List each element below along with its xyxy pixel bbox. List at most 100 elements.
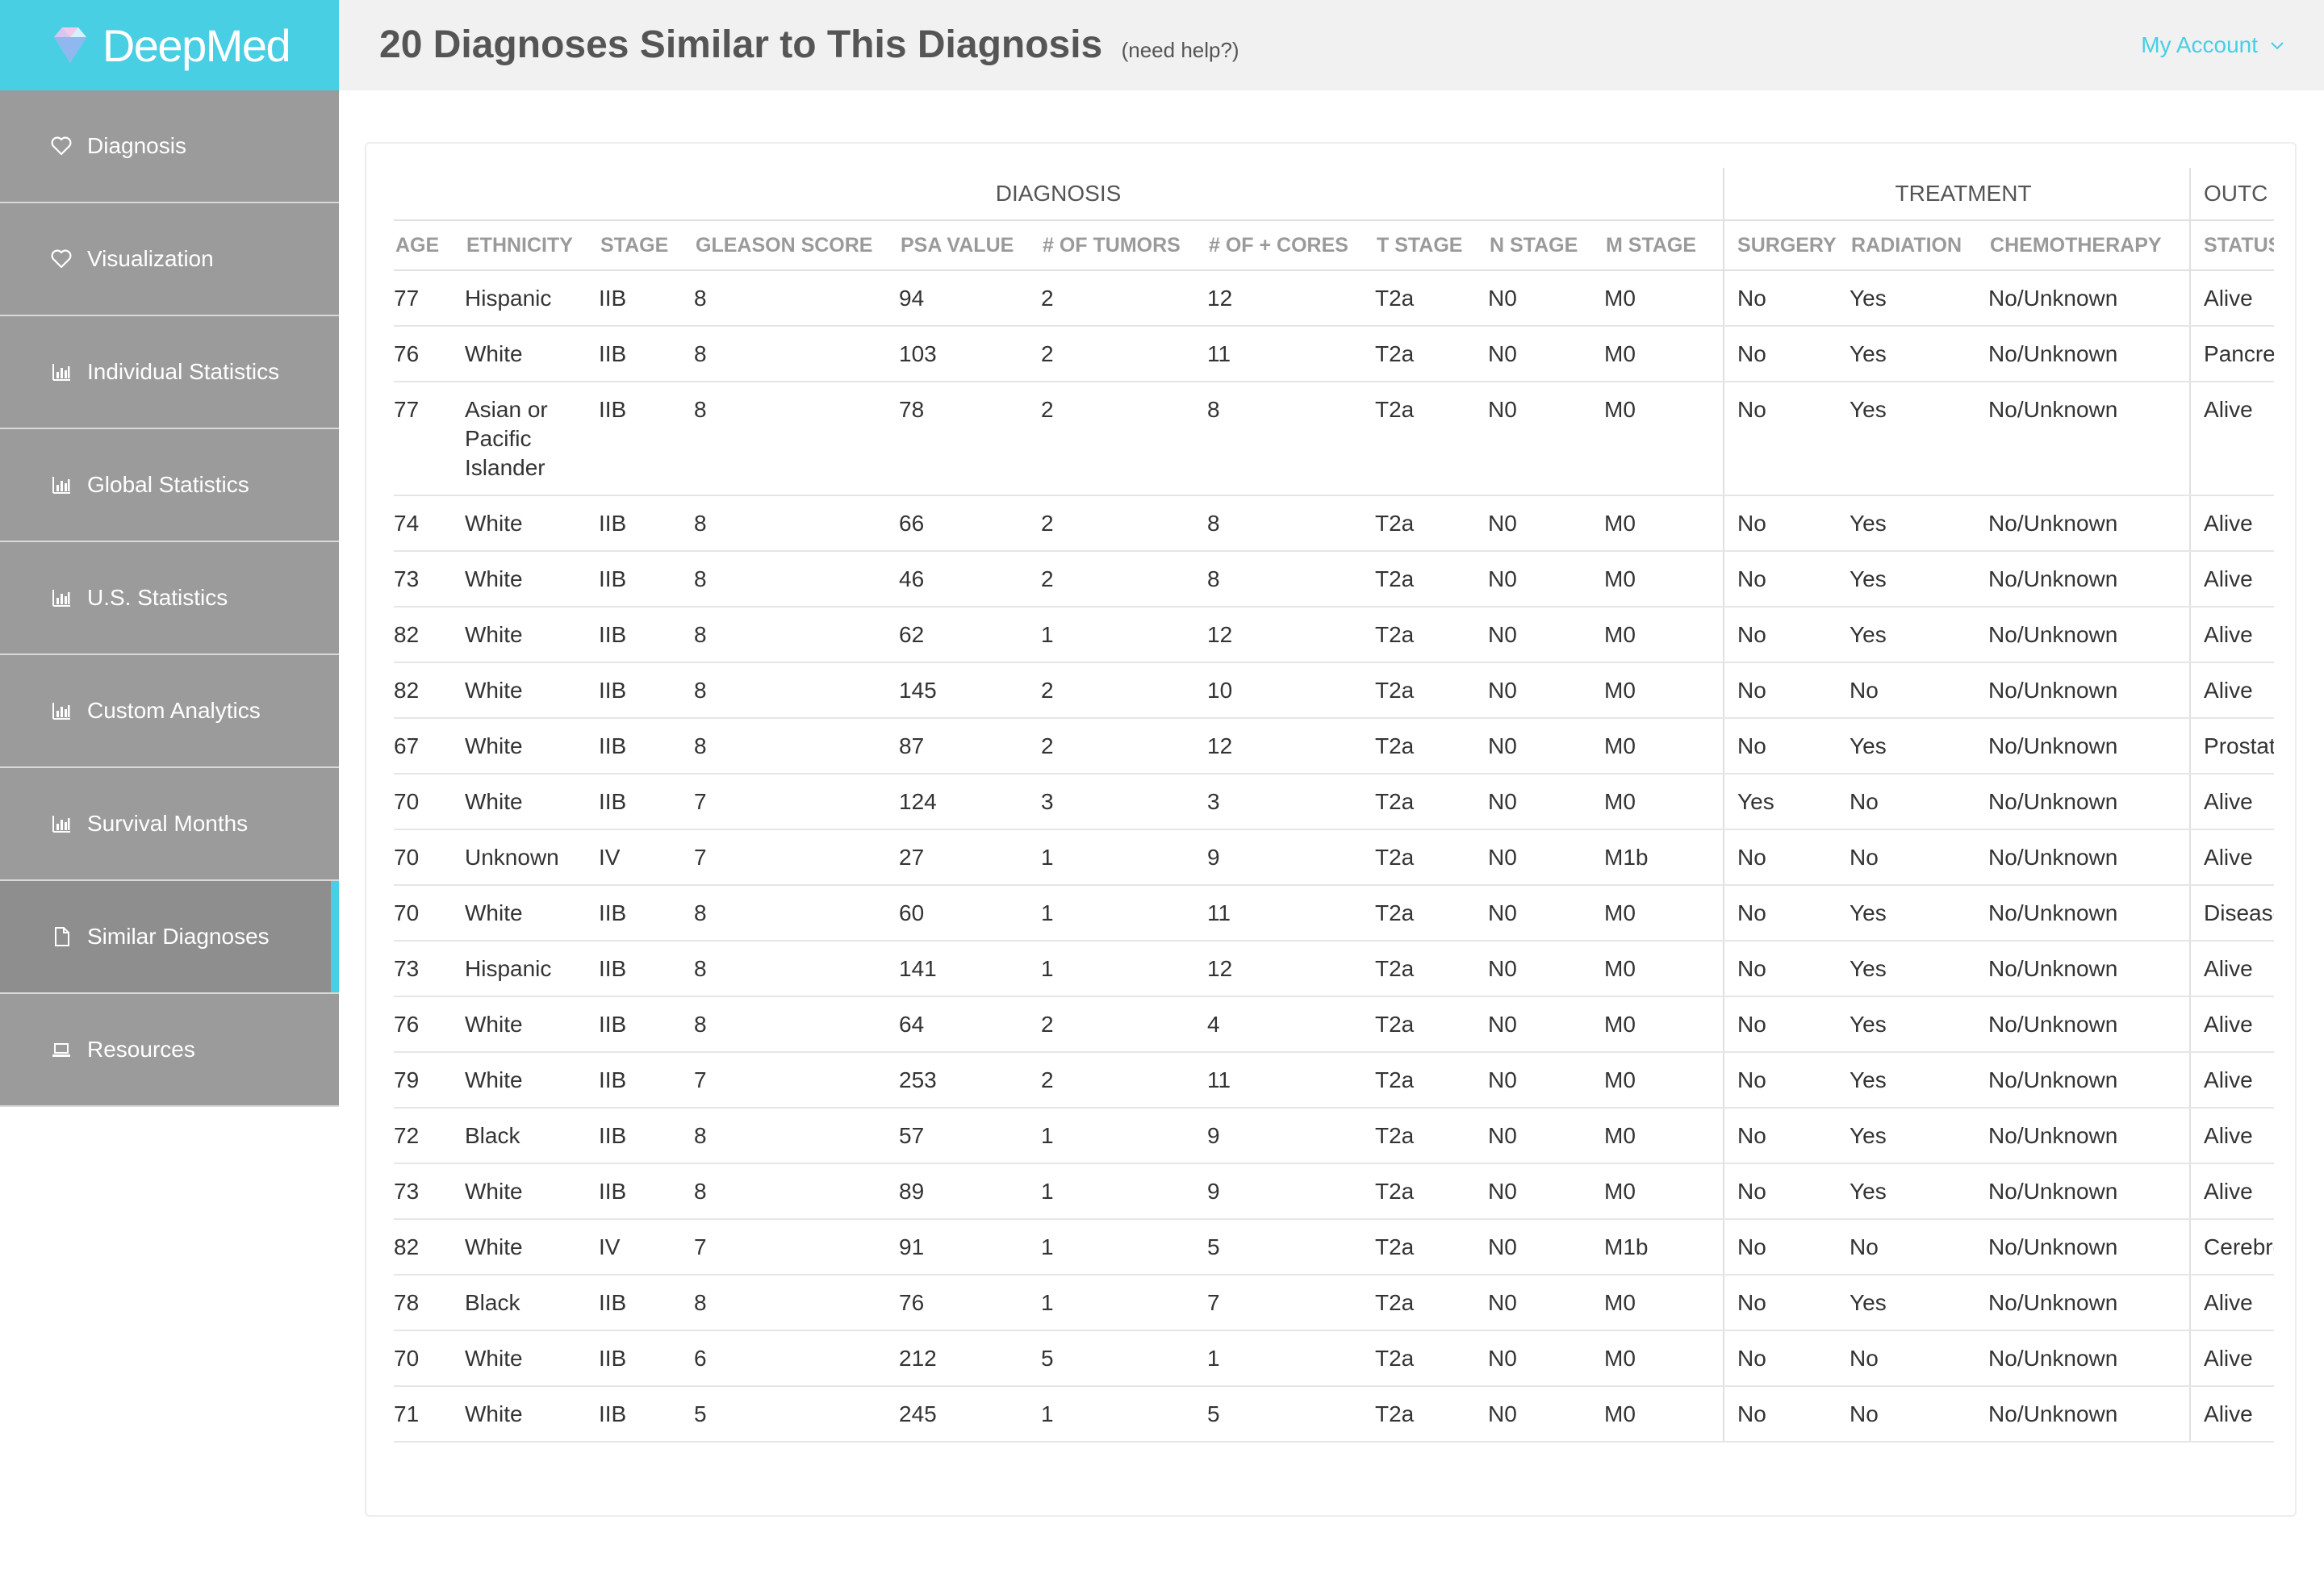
cell-of-tumors: 2 xyxy=(1041,382,1207,496)
table-row[interactable]: 67 White IIB 8 87 2 12 T2a N0 M0 No Yes No/Unknown Pr… xyxy=(394,718,2274,775)
table-scroll-area[interactable]: DIAGNOSIS TREATMENT OUTC AGE ETHNICITY STA… xyxy=(394,168,2274,1493)
cell-of-cores: 8 xyxy=(1207,495,1375,552)
table-row[interactable]: 70 Unknown IV 7 27 1 9 T2a N0 M1b No No No/Unknown Al… xyxy=(394,829,2274,886)
column-header-surgery[interactable]: SURGERY xyxy=(1723,220,1850,271)
sidebar-item-individual-statistics[interactable]: Individual Statistics xyxy=(0,316,339,429)
table-row[interactable]: 72 Black IIB 8 57 1 9 T2a N0 M0 No Yes No/Unknown Ali… xyxy=(394,1108,2274,1164)
table-row[interactable]: 73 White IIB 8 89 1 9 T2a N0 M0 No Yes No/Unknown Ali… xyxy=(394,1163,2274,1220)
column-header-of-cores[interactable]: # OF + CORES xyxy=(1207,220,1375,271)
cell-m-stage: M0 xyxy=(1604,1163,1724,1220)
table-row[interactable]: 82 White IIB 8 62 1 12 T2a N0 M0 No Yes No/Unknown Al… xyxy=(394,607,2274,663)
cell-of-tumors: 2 xyxy=(1041,495,1207,552)
cell-n-stage: N0 xyxy=(1488,551,1604,608)
column-header-status[interactable]: STATUS xyxy=(2189,220,2274,271)
cell-gleason-score: 8 xyxy=(694,551,899,608)
help-link[interactable]: (need help?) xyxy=(1122,38,1239,62)
sidebar-item-resources[interactable]: Resources xyxy=(0,994,339,1107)
cell-radiation: No xyxy=(1850,662,1989,719)
column-header-t-stage[interactable]: T STAGE xyxy=(1375,220,1488,271)
sidebar-item-label: U.S. Statistics xyxy=(87,585,228,610)
column-header-of-tumors[interactable]: # OF TUMORS xyxy=(1041,220,1207,271)
cell-ethnicity: White xyxy=(465,1330,599,1387)
cell-age: 77 xyxy=(394,270,465,327)
column-header-n-stage[interactable]: N STAGE xyxy=(1488,220,1604,271)
cell-of-cores: 9 xyxy=(1207,829,1375,886)
sidebar-item-survival-months[interactable]: Survival Months xyxy=(0,768,339,881)
cell-m-stage: M0 xyxy=(1604,495,1724,552)
cell-status: Prostate xyxy=(2189,718,2274,775)
cell-gleason-score: 8 xyxy=(694,996,899,1053)
cell-age: 71 xyxy=(394,1386,465,1443)
column-header-gleason-score[interactable]: GLEASON SCORE xyxy=(694,220,899,271)
sidebar-item-similar-diagnoses[interactable]: Similar Diagnoses xyxy=(0,881,339,994)
cell-stage: IIB xyxy=(599,495,694,552)
cell-t-stage: T2a xyxy=(1375,607,1488,663)
cell-ethnicity: White xyxy=(465,1052,599,1109)
cell-surgery: No xyxy=(1723,662,1850,719)
cell-status: Alive xyxy=(2189,829,2274,886)
cell-radiation: No xyxy=(1850,829,1989,886)
column-header-stage[interactable]: STAGE xyxy=(599,220,694,271)
cell-of-cores: 12 xyxy=(1207,718,1375,775)
column-header-radiation[interactable]: RADIATION xyxy=(1850,220,1989,271)
cell-of-tumors: 2 xyxy=(1041,996,1207,1053)
table-row[interactable]: 74 White IIB 8 66 2 8 T2a N0 M0 No Yes No/Unknown Ali… xyxy=(394,495,2274,552)
cell-m-stage: M0 xyxy=(1604,774,1724,830)
table-row[interactable]: 77 Hispanic IIB 8 94 2 12 T2a N0 M0 No Yes No/Unknow… xyxy=(394,270,2274,327)
cell-m-stage: M0 xyxy=(1604,941,1724,997)
table-row[interactable]: 78 Black IIB 8 76 1 7 T2a N0 M0 No Yes No/Unknown Ali… xyxy=(394,1275,2274,1331)
table-row[interactable]: 70 White IIB 6 212 5 1 T2a N0 M0 No No No/Unknown Ali… xyxy=(394,1330,2274,1387)
cell-status: Cerebro Disease xyxy=(2189,1219,2274,1276)
sidebar-item-diagnosis[interactable]: Diagnosis xyxy=(0,90,339,203)
cell-radiation: Yes xyxy=(1850,941,1989,997)
brand-name[interactable]: DeepMed xyxy=(102,19,291,72)
cell-surgery: No xyxy=(1723,326,1850,382)
my-account-menu[interactable]: My Account xyxy=(2141,32,2285,58)
cell-of-cores: 8 xyxy=(1207,382,1375,496)
cell-stage: IIB xyxy=(599,607,694,663)
my-account-label: My Account xyxy=(2141,32,2258,57)
cell-of-cores: 12 xyxy=(1207,941,1375,997)
table-row[interactable]: 76 White IIB 8 103 2 11 T2a N0 M0 No Yes No/Unknown P… xyxy=(394,326,2274,382)
sidebar-item-visualization[interactable]: Visualization xyxy=(0,203,339,316)
column-header-chemotherapy[interactable]: CHEMOTHERAPY xyxy=(1988,220,2191,271)
cell-of-tumors: 1 xyxy=(1041,1386,1207,1443)
cell-ethnicity: White xyxy=(465,495,599,552)
table-row[interactable]: 70 White IIB 7 124 3 3 T2a N0 M0 Yes No No/Unknown Al… xyxy=(394,774,2274,830)
cell-ethnicity: White xyxy=(465,1386,599,1443)
column-header-m-stage[interactable]: M STAGE xyxy=(1604,220,1724,271)
cell-of-tumors: 1 xyxy=(1041,1163,1207,1220)
column-header-psa-value[interactable]: PSA VALUE xyxy=(899,220,1041,271)
table-row[interactable]: 79 White IIB 7 253 2 11 T2a N0 M0 No Yes No/Unknown A… xyxy=(394,1052,2274,1109)
table-row[interactable]: 82 White IIB 8 145 2 10 T2a N0 M0 No No No/Unknown Al… xyxy=(394,662,2274,719)
cell-gleason-score: 8 xyxy=(694,495,899,552)
table-row[interactable]: 70 White IIB 8 60 1 11 T2a N0 M0 No Yes No/Unknown Di… xyxy=(394,885,2274,942)
column-header-ethnicity[interactable]: ETHNICITY xyxy=(465,220,599,271)
cell-stage: IIB xyxy=(599,1163,694,1220)
table-row[interactable]: 73 Hispanic IIB 8 141 1 12 T2a N0 M0 No Yes No/Unkno… xyxy=(394,941,2274,997)
cell-chemotherapy: No/Unknown xyxy=(1988,885,2191,942)
cell-stage: IIB xyxy=(599,718,694,775)
table-row[interactable]: 82 White IV 7 91 1 5 T2a N0 M1b No No No/Unknown Cere… xyxy=(394,1219,2274,1276)
column-header-age[interactable]: AGE xyxy=(394,220,465,271)
sidebar-item-global-statistics[interactable]: Global Statistics xyxy=(0,429,339,542)
cell-stage: IIB xyxy=(599,1275,694,1331)
cell-stage: IV xyxy=(599,829,694,886)
table-row[interactable]: 73 White IIB 8 46 2 8 T2a N0 M0 No Yes No/Unknown Ali… xyxy=(394,551,2274,608)
cell-of-tumors: 1 xyxy=(1041,1275,1207,1331)
table-row[interactable]: 77 Asian or Pacific Islander IIB 8 78 2 8 T2a N0… xyxy=(394,382,2274,496)
sidebar-item-u-s-statistics[interactable]: U.S. Statistics xyxy=(0,542,339,655)
cell-gleason-score: 7 xyxy=(694,829,899,886)
cell-radiation: Yes xyxy=(1850,718,1989,775)
cell-n-stage: N0 xyxy=(1488,662,1604,719)
sidebar-item-custom-analytics[interactable]: Custom Analytics xyxy=(0,655,339,768)
cell-gleason-score: 6 xyxy=(694,1330,899,1387)
cell-stage: IIB xyxy=(599,382,694,496)
table-row[interactable]: 76 White IIB 8 64 2 4 T2a N0 M0 No Yes No/Unknown Ali… xyxy=(394,996,2274,1053)
cell-chemotherapy: No/Unknown xyxy=(1988,551,2191,608)
cell-m-stage: M0 xyxy=(1604,551,1724,608)
cell-of-cores: 12 xyxy=(1207,270,1375,327)
cell-of-tumors: 5 xyxy=(1041,1330,1207,1387)
cell-m-stage: M0 xyxy=(1604,662,1724,719)
table-row[interactable]: 71 White IIB 5 245 1 5 T2a N0 M0 No No No/Unknown Ali… xyxy=(394,1386,2274,1443)
